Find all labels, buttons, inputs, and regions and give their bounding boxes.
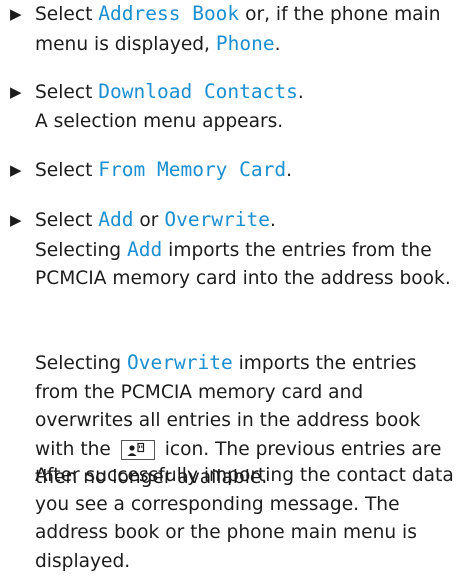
step-3-select: Select <box>35 160 99 181</box>
step-1-mid: or, if the phone main <box>239 4 441 25</box>
overwrite-prefix: Selecting <box>35 353 128 374</box>
memory-card-icon-svg <box>127 442 144 456</box>
step-3: ▶ Select From Memory Card. <box>10 156 462 186</box>
term-from-memory-card: From Memory Card <box>98 158 287 181</box>
bullet-icon: ▶ <box>10 5 22 23</box>
step-2: ▶ Select Download Contacts. A selection … <box>10 78 462 136</box>
term-overwrite: Overwrite <box>164 208 271 231</box>
step-1-select: Select <box>35 4 99 25</box>
final-paragraph: After successfully importing the contact… <box>35 462 462 576</box>
term-overwrite-result: Overwrite <box>127 351 233 374</box>
term-add: Add <box>98 208 134 231</box>
step-2-text: Select Download Contacts. A selection me… <box>35 78 462 136</box>
step-4-end: . <box>270 210 276 231</box>
step-2-result: A selection menu appears. <box>35 110 284 132</box>
step-4-mid: or <box>133 210 165 231</box>
memory-card-icon <box>120 439 155 460</box>
final-paragraph-text: After successfully importing the contact… <box>35 465 454 572</box>
step-3-text: Select From Memory Card. <box>35 156 462 186</box>
bullet-icon: ▶ <box>10 161 22 179</box>
step-4-text: Select Add or Overwrite. Selecting Add i… <box>35 206 462 294</box>
step-1-line2: menu is displayed, <box>35 33 216 55</box>
step-1: ▶ Select Address Book or, if the phone m… <box>10 0 462 59</box>
bullet-icon: ▶ <box>10 83 22 101</box>
step-1-text: Select Address Book or, if the phone mai… <box>35 0 462 59</box>
step-1-end: . <box>274 33 281 55</box>
step-2-end: . <box>297 82 304 103</box>
term-address-book: Address Book <box>98 2 240 25</box>
step-4: ▶ Select Add or Overwrite. Selecting Add… <box>10 206 462 294</box>
bullet-icon: ▶ <box>10 211 22 229</box>
step-4-result-prefix: Selecting <box>35 239 128 261</box>
term-download-contacts: Download Contacts <box>98 80 298 103</box>
step-3-end: . <box>286 160 293 181</box>
term-phone: Phone <box>215 31 275 55</box>
term-add-result: Add <box>127 237 163 261</box>
step-4-select: Select <box>35 210 99 231</box>
step-2-select: Select <box>35 82 99 103</box>
